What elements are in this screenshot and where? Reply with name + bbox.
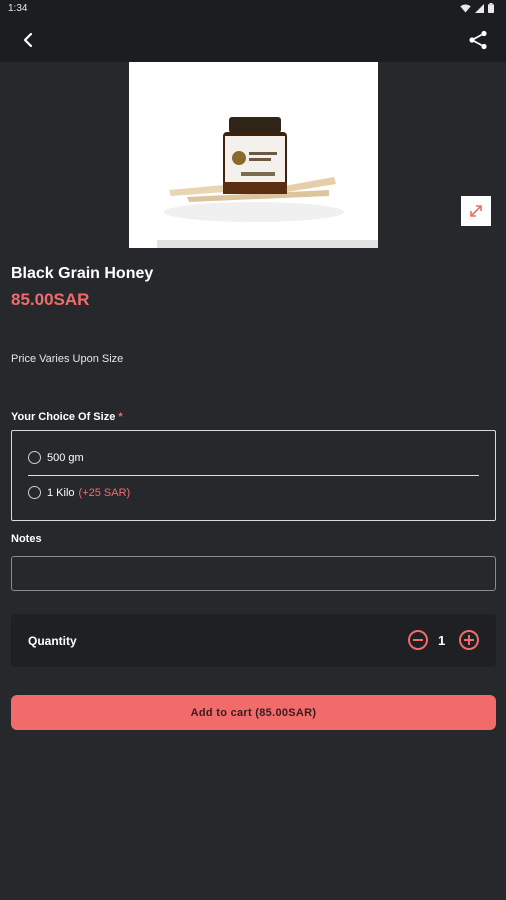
battery-icon xyxy=(488,3,494,13)
product-image[interactable] xyxy=(129,62,378,248)
radio-button[interactable] xyxy=(28,451,41,464)
size-choice-label: Your Choice Of Size * xyxy=(11,411,123,423)
quantity-label: Quantity xyxy=(28,634,77,648)
app-bar xyxy=(0,18,506,62)
product-price: 85.00SAR xyxy=(11,290,90,309)
expand-icon xyxy=(470,205,482,217)
plus-circle-icon[interactable] xyxy=(459,630,479,650)
minus-circle-icon[interactable] xyxy=(408,630,428,650)
size-option-label: 1 Kilo xyxy=(47,486,75,499)
status-bar: 1:34 xyxy=(0,0,506,18)
required-mark: * xyxy=(118,411,123,423)
product-name: Black Grain Honey xyxy=(11,265,154,282)
notes-label: Notes xyxy=(11,533,42,545)
size-option-1kilo[interactable]: 1 Kilo (+25 SAR) xyxy=(28,486,130,499)
back-button[interactable] xyxy=(16,28,40,52)
quantity-card: Quantity 1 xyxy=(11,614,496,667)
option-divider xyxy=(28,475,479,476)
share-button[interactable] xyxy=(466,28,490,52)
radio-button[interactable] xyxy=(28,486,41,499)
add-to-cart-button[interactable]: Add to cart (85.00SAR) xyxy=(11,695,496,730)
notes-input[interactable] xyxy=(11,556,496,591)
size-option-label: 500 gm xyxy=(47,451,84,464)
price-note: Price Varies Upon Size xyxy=(11,353,124,365)
honey-jar-illustration xyxy=(129,62,378,248)
quantity-value: 1 xyxy=(438,633,446,648)
expand-image-button[interactable] xyxy=(461,196,491,226)
back-arrow-icon xyxy=(23,32,33,48)
size-option-extra-price: (+25 SAR) xyxy=(78,486,131,499)
size-options-box: 500 gm 1 Kilo (+25 SAR) xyxy=(11,430,496,521)
status-time: 1:34 xyxy=(8,3,28,14)
share-icon xyxy=(469,30,487,50)
size-option-500gm[interactable]: 500 gm xyxy=(28,451,84,464)
size-choice-label-text: Your Choice Of Size xyxy=(11,411,116,423)
signal-icon xyxy=(475,3,484,13)
status-icons xyxy=(460,3,494,13)
wifi-icon xyxy=(460,3,471,12)
